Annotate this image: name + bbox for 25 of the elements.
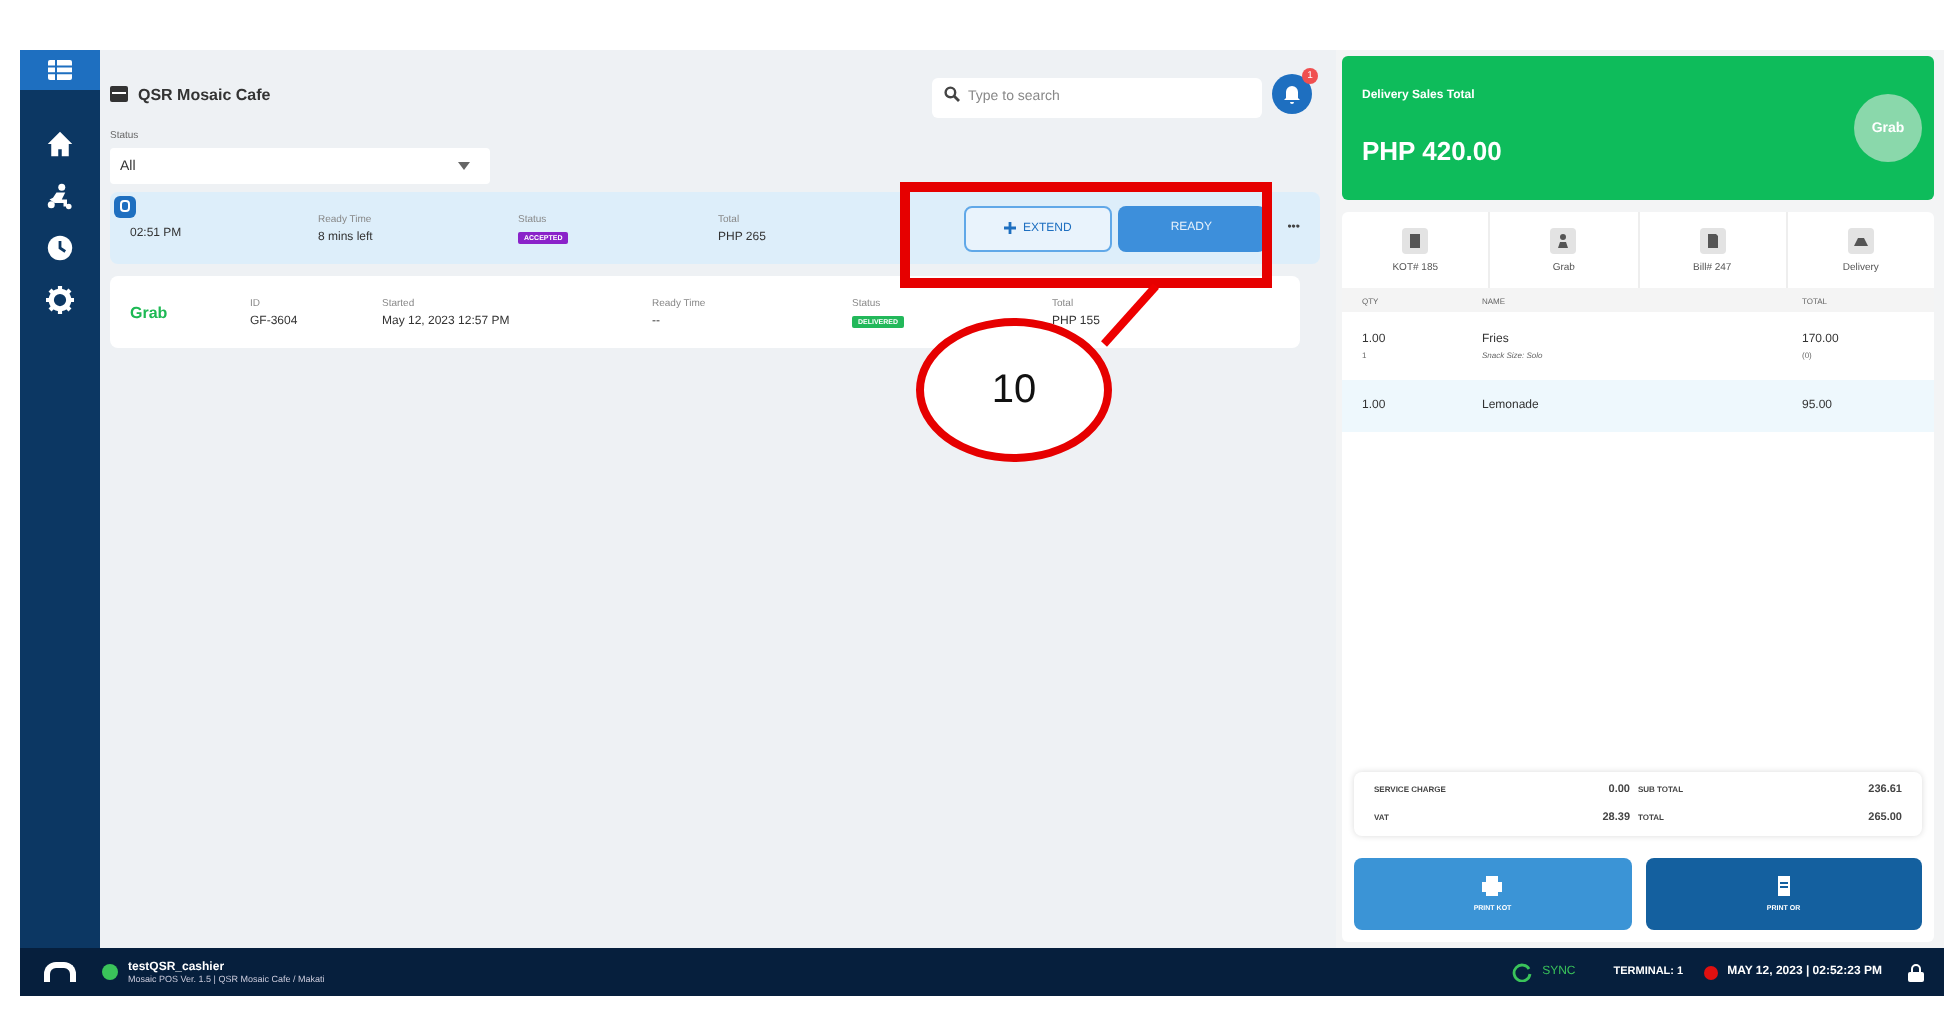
grab-logo: Grab (130, 303, 170, 321)
printer-icon (1482, 876, 1503, 896)
caret-icon (458, 162, 470, 170)
plus-icon (1003, 221, 1016, 234)
bill-icon (1699, 227, 1726, 253)
settings-icon[interactable] (46, 286, 74, 314)
home-icon[interactable] (46, 130, 74, 158)
app-logo (44, 962, 76, 982)
search-icon (944, 86, 960, 102)
menu-button[interactable] (20, 50, 100, 90)
order-type-icon (114, 196, 136, 218)
lock-icon (1908, 963, 1924, 981)
person-icon (1550, 227, 1577, 253)
store-name: QSR Mosaic Cafe (138, 85, 273, 103)
clock-icon[interactable] (46, 234, 74, 262)
store-icon (110, 86, 128, 102)
rider-icon[interactable] (46, 182, 74, 210)
sales-amount: PHP 420.00 (1362, 136, 1502, 166)
bell-icon (1282, 84, 1302, 104)
menu-icon (48, 60, 72, 80)
kot-icon (1402, 227, 1429, 253)
sync-icon (1512, 962, 1533, 982)
delivery-icon (1847, 227, 1874, 253)
record-dot (1703, 965, 1718, 979)
receipt-icon (1773, 876, 1794, 896)
